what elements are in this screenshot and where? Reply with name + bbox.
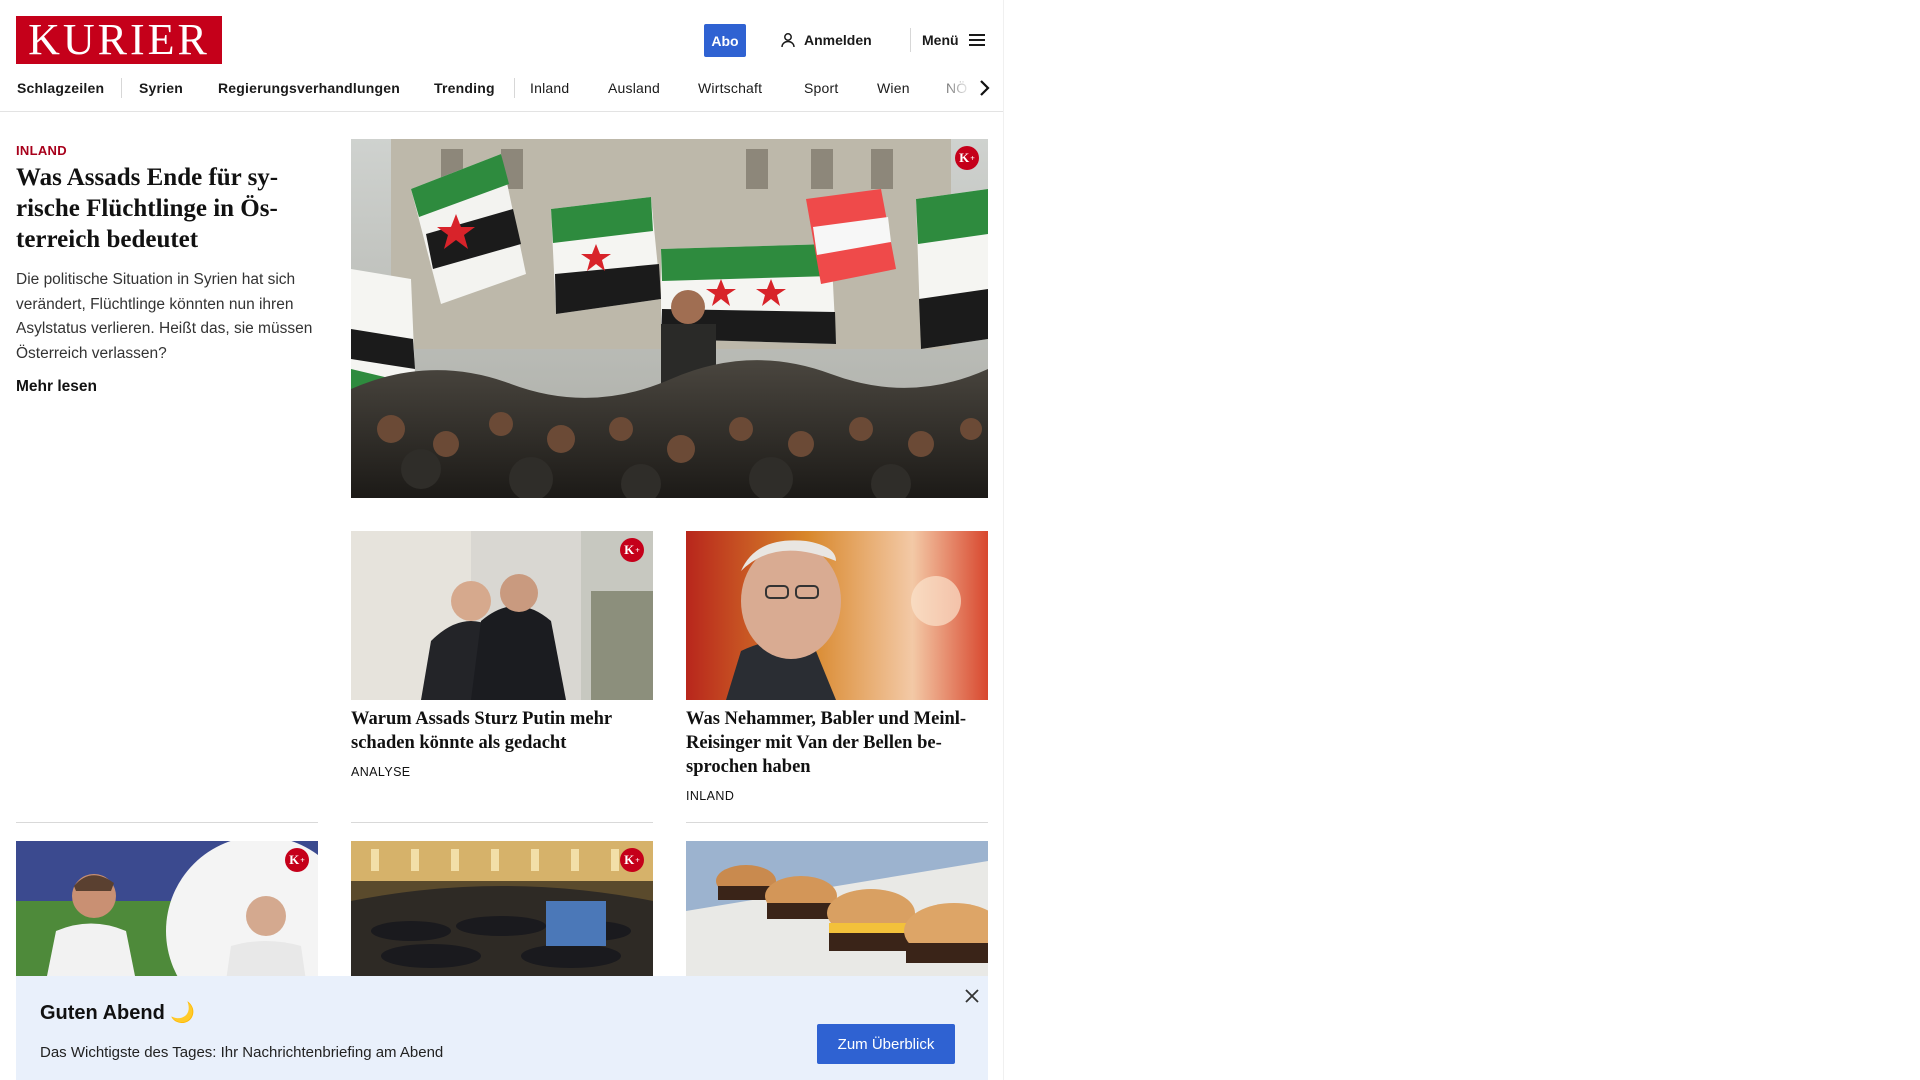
user-icon [781, 33, 795, 48]
putin-assad-photo [351, 531, 653, 700]
section-divider [16, 822, 318, 823]
nav-item-trending[interactable]: Trending [434, 74, 495, 112]
hero-headline[interactable]: Was Assads Ende für sy-rische Flüchtling… [16, 162, 316, 255]
van-der-bellen-photo [686, 531, 988, 700]
section-divider [351, 822, 653, 823]
kurier-logo[interactable]: KURIER [16, 16, 222, 64]
hero-teaser: Die politische Situation in Syrien hat s… [16, 271, 313, 362]
hamburger-icon [968, 34, 985, 46]
chevron-right-icon [980, 80, 990, 96]
site-header: KURIER Abo Anmelden Menü [0, 0, 1003, 74]
close-icon [965, 989, 979, 1003]
evening-briefing-banner: Guten Abend 🌙 Das Wichtigste des Tages: … [16, 976, 988, 1080]
nav-item-inland[interactable]: Inland [530, 74, 569, 112]
hero-image[interactable]: K + [351, 139, 988, 498]
zum-ueberblick-button[interactable]: Zum Überblick [817, 1024, 955, 1064]
menu-label: Menü [922, 32, 959, 48]
banner-close-button[interactable] [960, 984, 984, 1008]
main-navigation: Schlagzeilen Syrien Regierungsverhandlun… [0, 74, 1003, 112]
hero-category-tag[interactable]: INLAND [16, 143, 67, 158]
kurier-homepage: KURIER Abo Anmelden Menü Schlagzeilen Sy… [0, 0, 1004, 1080]
football-coach-photo [16, 841, 318, 981]
premium-badge-icon: K + [620, 848, 644, 872]
card-tag-analyse[interactable]: ANALYSE [351, 765, 411, 779]
nav-item-schlagzeilen[interactable]: Schlagzeilen [17, 74, 104, 112]
card-image-putin[interactable]: K + [351, 531, 653, 700]
login-label: Anmelden [804, 32, 872, 48]
nav-item-sport[interactable]: Sport [804, 74, 838, 112]
card-image-parliament[interactable]: K + [351, 841, 653, 981]
card-headline-vdb[interactable]: Was Nehammer, Babler und Meinl-Reisinger… [686, 707, 988, 779]
nav-item-wien[interactable]: Wien [877, 74, 910, 112]
card-image-vdb[interactable] [686, 531, 988, 700]
nav-divider [514, 78, 515, 98]
banner-title: Guten Abend 🌙 [40, 1002, 196, 1024]
parliament-photo [351, 841, 653, 981]
nav-item-syrien[interactable]: Syrien [139, 74, 183, 112]
banner-text: Das Wichtigste des Tages: Ihr Nachrichte… [40, 1044, 444, 1061]
abo-button[interactable]: Abo [704, 24, 746, 57]
nav-scroll-right-button[interactable] [972, 76, 996, 100]
card-tag-inland[interactable]: INLAND [686, 789, 734, 803]
syria-protest-photo [351, 139, 988, 498]
header-divider [910, 28, 911, 52]
nav-divider [121, 78, 122, 98]
nav-item-wirtschaft[interactable]: Wirtschaft [698, 74, 762, 112]
nav-item-ausland[interactable]: Ausland [608, 74, 660, 112]
card-image-burgers[interactable] [686, 841, 988, 981]
read-more-link[interactable]: Mehr lesen [16, 378, 97, 396]
menu-button[interactable]: Menü [922, 30, 985, 50]
premium-badge-icon: K + [620, 538, 644, 562]
section-divider [686, 822, 988, 823]
burger-photo [686, 841, 988, 981]
card-headline-putin[interactable]: Warum Assads Sturz Putin mehr schaden kö… [351, 707, 653, 755]
nav-item-regierungsverhandlungen[interactable]: Regierungsverhandlungen [218, 74, 400, 112]
login-button[interactable]: Anmelden [780, 30, 872, 50]
premium-badge-icon: K + [955, 146, 979, 170]
card-image-football[interactable]: K + [16, 841, 318, 981]
premium-badge-icon: K + [285, 848, 309, 872]
